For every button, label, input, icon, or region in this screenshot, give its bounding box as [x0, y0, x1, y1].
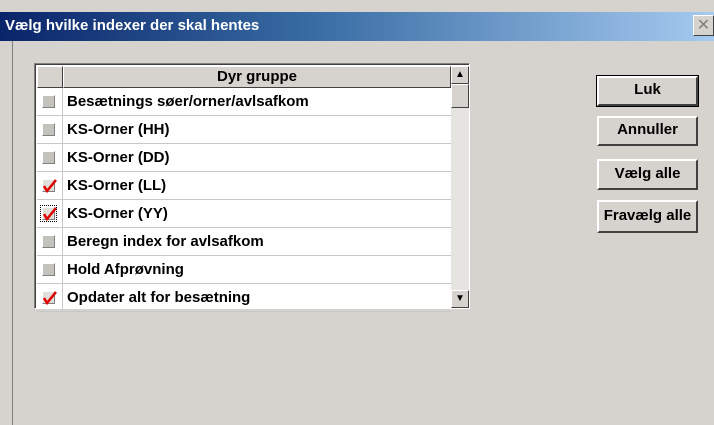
row-check-cell — [37, 116, 63, 143]
deselect-all-button[interactable]: Fravælg alle — [597, 200, 698, 233]
list-item[interactable]: Beregn index for avlsafkom — [37, 228, 451, 256]
list-item[interactable]: Besætnings søer/orner/avlsafkom — [37, 88, 451, 116]
list-item-label: Opdater alt for besætning — [67, 289, 251, 306]
title-bar[interactable]: Vælg hvilke indexer der skal hentes ✕ — [0, 12, 714, 41]
select-all-button[interactable]: Vælg alle — [597, 159, 698, 190]
scroll-down-icon[interactable]: ▼ — [451, 290, 469, 308]
row-checkbox[interactable] — [42, 95, 55, 108]
header-check-column — [37, 66, 63, 88]
list-item[interactable]: Hold Afprøvning — [37, 256, 451, 284]
row-check-cell — [37, 228, 63, 255]
list-item-label: KS-Orner (LL) — [67, 177, 167, 194]
list-item[interactable]: Opdater alt for besætning — [37, 284, 451, 312]
list-item[interactable]: KS-Orner (YY) — [37, 200, 451, 228]
row-checkbox[interactable] — [42, 179, 57, 193]
window-left-edge — [0, 41, 13, 425]
list-header: Dyr gruppe — [37, 66, 451, 88]
row-check-cell — [37, 256, 63, 283]
list-item-label: KS-Orner (HH) — [67, 121, 170, 138]
row-checkbox[interactable] — [42, 291, 57, 305]
list-item[interactable]: KS-Orner (LL) — [37, 172, 451, 200]
row-checkbox[interactable] — [42, 235, 55, 248]
group-list[interactable]: Dyr gruppe Besætnings søer/orner/avlsafk… — [34, 63, 470, 312]
row-checkbox[interactable] — [42, 263, 55, 276]
close-icon[interactable]: ✕ — [693, 15, 714, 36]
row-checkbox[interactable] — [40, 205, 57, 222]
close-button[interactable]: Luk — [596, 75, 699, 107]
vertical-scrollbar[interactable]: ▲ ▼ — [451, 66, 469, 308]
row-checkbox[interactable] — [42, 151, 55, 164]
header-animal-group[interactable]: Dyr gruppe — [63, 66, 451, 88]
row-check-cell — [37, 144, 63, 171]
check-mark-icon — [43, 179, 57, 193]
scroll-up-icon[interactable]: ▲ — [451, 66, 469, 84]
row-check-cell — [37, 284, 63, 311]
list-item-label: Beregn index for avlsafkom — [67, 233, 264, 250]
list-item-label: KS-Orner (DD) — [67, 149, 170, 166]
cancel-button[interactable]: Annuller — [597, 116, 698, 146]
row-check-cell — [37, 88, 63, 115]
list-item-label: KS-Orner (YY) — [67, 205, 168, 222]
list-item-label: Hold Afprøvning — [67, 261, 184, 278]
check-mark-icon — [43, 207, 57, 221]
row-check-cell — [37, 200, 63, 227]
list-rows: Besætnings søer/orner/avlsafkom KS-Orner … — [37, 88, 451, 312]
list-item[interactable]: KS-Orner (HH) — [37, 116, 451, 144]
list-item-label: Besætnings søer/orner/avlsafkom — [67, 93, 309, 110]
row-check-cell — [37, 172, 63, 199]
list-item[interactable]: KS-Orner (DD) — [37, 144, 451, 172]
scroll-thumb[interactable] — [451, 84, 469, 108]
dialog-window: Vælg hvilke indexer der skal hentes ✕ Dy… — [0, 0, 714, 425]
dialog-title: Vælg hvilke indexer der skal hentes — [5, 17, 260, 34]
row-checkbox[interactable] — [42, 123, 55, 136]
check-mark-icon — [43, 291, 57, 305]
